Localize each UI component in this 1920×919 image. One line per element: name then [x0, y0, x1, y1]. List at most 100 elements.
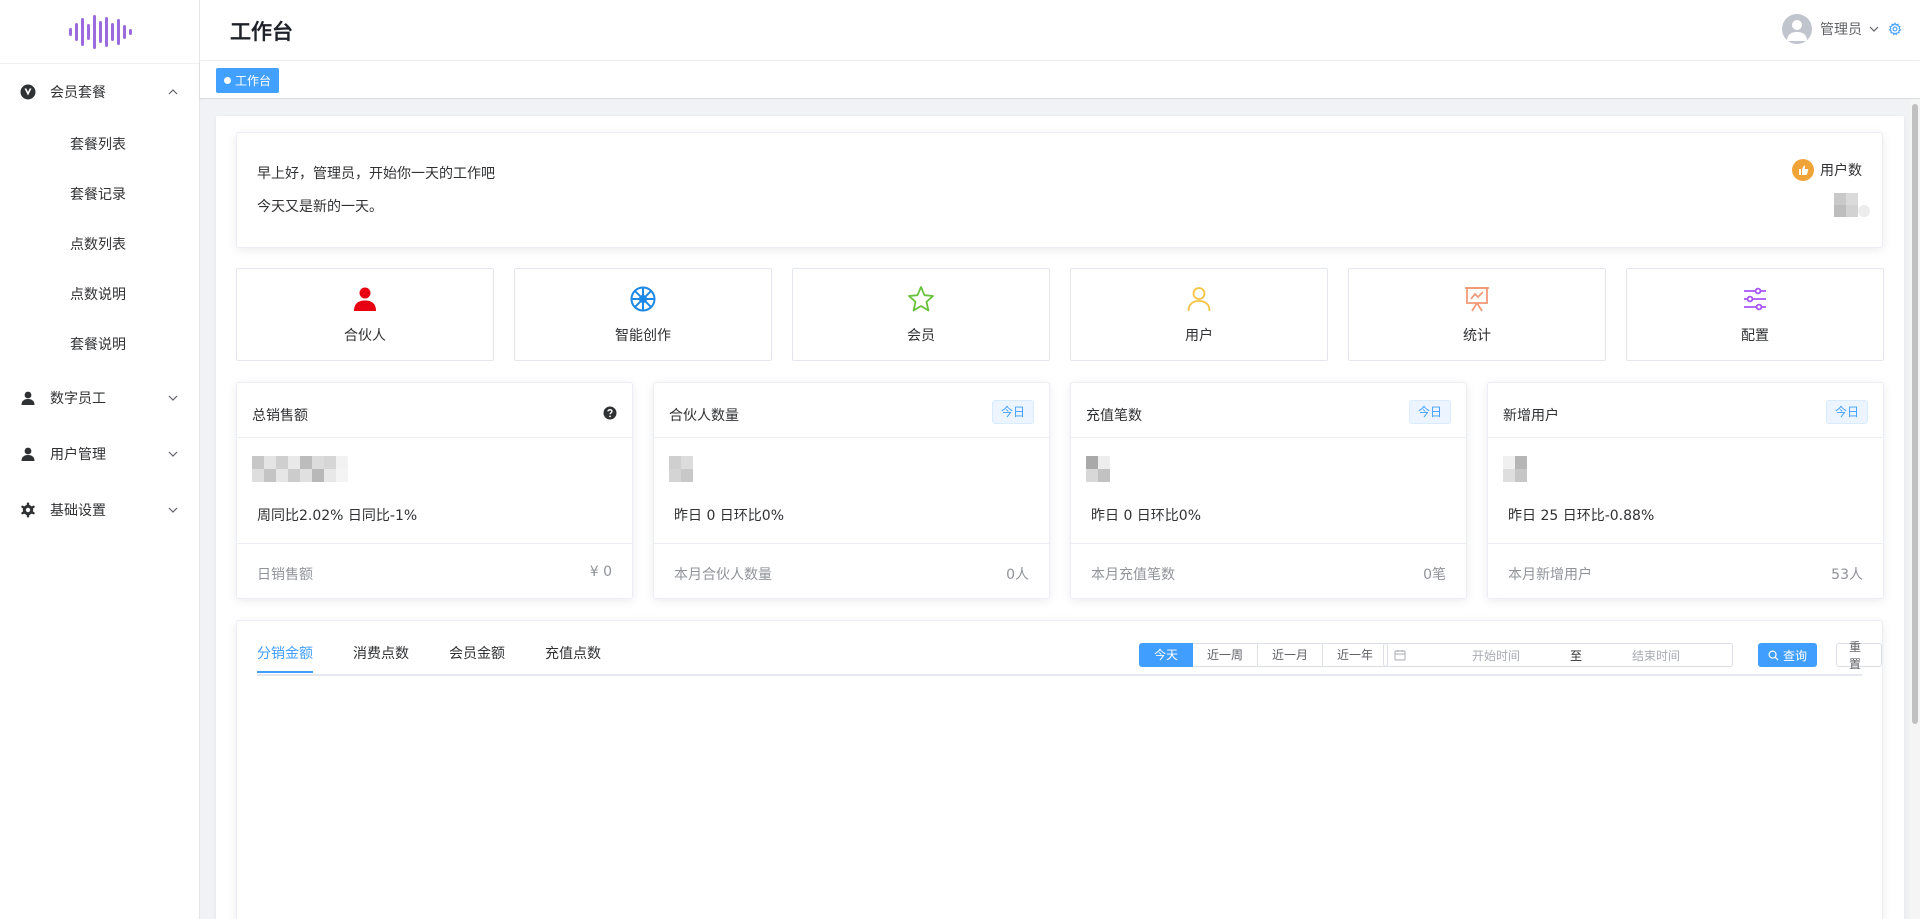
active-dot-icon: [224, 77, 231, 84]
tag-label: 工作台: [235, 74, 272, 88]
blurred-value-icon: [669, 456, 693, 482]
menu-group-label: 用户管理: [50, 447, 106, 463]
search-button-label: 查询: [1783, 648, 1808, 663]
menu-group-label: 会员套餐: [50, 85, 106, 101]
quick-link-configuration[interactable]: 配置: [1626, 268, 1884, 361]
date-range-picker[interactable]: 开始时间 至 结束时间: [1383, 643, 1733, 667]
gear-icon: [20, 502, 36, 518]
main-scrollbar[interactable]: [1910, 100, 1920, 919]
menu-group-basic-settings[interactable]: 基础设置: [0, 482, 199, 538]
quick-link-label: 会员: [907, 328, 935, 344]
status-badge: 今日: [991, 400, 1034, 424]
user-count: 用户数: [1792, 159, 1862, 181]
stat-title: 新增用户: [1503, 408, 1559, 424]
greeting-card: 早上好，管理员，开始你一天的工作吧 今天又是新的一天。 用户数: [236, 132, 1883, 248]
wheel-icon: [630, 286, 656, 312]
chevron-down-icon: [168, 451, 178, 457]
v-logo-icon: [20, 84, 36, 100]
tab-consumed-points[interactable]: 消费点数: [353, 643, 409, 673]
tab-member-amount[interactable]: 会员金额: [449, 643, 505, 673]
stat-footer-label: 本月新增用户: [1508, 567, 1592, 583]
quick-link-label: 配置: [1741, 328, 1769, 344]
stat-footer-label: 本月充值笔数: [1091, 567, 1175, 583]
chevron-down-icon: [168, 395, 178, 401]
person-icon: [1187, 287, 1211, 312]
sliders-icon: [1744, 287, 1766, 311]
menu-group-membership-package[interactable]: 会员套餐: [0, 64, 199, 120]
divider: [654, 543, 1049, 544]
blurred-value-icon: [1503, 456, 1527, 482]
page-title: 工作台: [230, 20, 293, 44]
app-logo[interactable]: [0, 0, 199, 64]
search-button[interactable]: 查询: [1758, 643, 1818, 667]
date-range-button-group: 今天 近一周 近一月 近一年: [1139, 643, 1389, 667]
settings-gear-icon[interactable]: [1888, 22, 1902, 36]
divider: [1071, 543, 1466, 544]
reset-button[interactable]: 重置: [1836, 640, 1882, 671]
quick-link-label: 用户: [1185, 328, 1213, 344]
scrollbar-thumb[interactable]: [1912, 104, 1918, 724]
chart-card: 分销金额 消费点数 会员金额 充值点数 今天 近一周 近一月 近一年 开始时间 …: [236, 620, 1883, 919]
stat-title: 总销售额: [252, 408, 308, 424]
quick-link-partner[interactable]: 合伙人: [236, 268, 494, 361]
quick-link-member[interactable]: 会员: [792, 268, 1050, 361]
quick-link-statistics[interactable]: 统计: [1348, 268, 1606, 361]
range-year-button[interactable]: 近一年: [1323, 643, 1389, 667]
tab-recharge-points[interactable]: 充值点数: [545, 643, 601, 673]
sound-wave-logo-icon: [68, 14, 132, 49]
start-date-input[interactable]: 开始时间: [1436, 647, 1556, 664]
tab-distribution-amount[interactable]: 分销金额: [257, 643, 313, 673]
stat-card-partner-count: 合伙人数量 今日 昨日 0 日环比0% 本月合伙人数量 0人: [653, 382, 1050, 599]
stat-title: 充值笔数: [1086, 408, 1142, 424]
menu-group-label: 数字员工: [50, 391, 106, 407]
user-name[interactable]: 管理员: [1820, 19, 1862, 39]
user-count-label: 用户数: [1820, 163, 1862, 179]
chevron-down-icon[interactable]: [1868, 23, 1880, 35]
tabs-divider: [257, 674, 1862, 676]
user-icon: [20, 390, 36, 406]
star-icon: [908, 286, 934, 312]
sidebar-menu: 会员套餐 套餐列表 套餐记录 点数列表 点数说明 套餐说明 数字员工 用户管理: [0, 64, 199, 538]
help-circle-icon[interactable]: [603, 406, 617, 420]
divider: [1488, 437, 1883, 438]
user-icon: [20, 446, 36, 462]
quick-link-user[interactable]: 用户: [1070, 268, 1328, 361]
stat-footer-value: 0人: [1006, 567, 1029, 583]
range-week-button[interactable]: 近一周: [1193, 643, 1259, 667]
greeting-subtext: 今天又是新的一天。: [257, 199, 383, 215]
chevron-down-icon: [168, 507, 178, 513]
sidebar-item-package-list[interactable]: 套餐列表: [0, 120, 199, 170]
range-today-button[interactable]: 今天: [1139, 643, 1194, 667]
quick-link-smart-creation[interactable]: 智能创作: [514, 268, 772, 361]
menu-group-label: 基础设置: [50, 503, 106, 519]
stat-footer-value: 0笔: [1423, 567, 1446, 583]
presentation-chart-icon: [1465, 287, 1489, 312]
sidebar: 会员套餐 套餐列表 套餐记录 点数列表 点数说明 套餐说明 数字员工 用户管理: [0, 0, 200, 919]
partner-icon: [354, 287, 376, 311]
menu-group-user-management[interactable]: 用户管理: [0, 426, 199, 482]
blurred-value-icon: [252, 456, 348, 482]
stat-title: 合伙人数量: [669, 408, 739, 424]
quick-link-label: 统计: [1463, 328, 1491, 344]
blurred-value-icon: [1834, 193, 1870, 217]
end-date-input[interactable]: 结束时间: [1596, 647, 1716, 664]
divider: [1071, 437, 1466, 438]
avatar[interactable]: [1782, 14, 1812, 44]
stat-compare: 昨日 25 日环比-0.88%: [1508, 508, 1655, 524]
tag-workbench[interactable]: 工作台: [216, 68, 280, 93]
sidebar-item-points-description[interactable]: 点数说明: [0, 270, 199, 320]
quick-link-label: 智能创作: [615, 328, 671, 344]
range-month-button[interactable]: 近一月: [1258, 643, 1324, 667]
submenu-membership-package: 套餐列表 套餐记录 点数列表 点数说明 套餐说明: [0, 120, 199, 370]
sidebar-item-points-list[interactable]: 点数列表: [0, 220, 199, 270]
sidebar-item-package-records[interactable]: 套餐记录: [0, 170, 199, 220]
user-dropdown[interactable]: 管理员: [1782, 14, 1902, 44]
sidebar-item-package-description[interactable]: 套餐说明: [0, 320, 199, 370]
divider: [237, 543, 632, 544]
dashboard-panel: 早上好，管理员，开始你一天的工作吧 今天又是新的一天。 用户数 合伙人 智能创作…: [216, 116, 1904, 919]
stat-compare: 周同比2.02% 日同比-1%: [257, 508, 418, 524]
menu-group-digital-employee[interactable]: 数字员工: [0, 370, 199, 426]
calendar-icon: [1394, 650, 1406, 661]
quick-link-label: 合伙人: [344, 328, 386, 344]
stat-footer-value: ¥ 0: [589, 564, 612, 580]
